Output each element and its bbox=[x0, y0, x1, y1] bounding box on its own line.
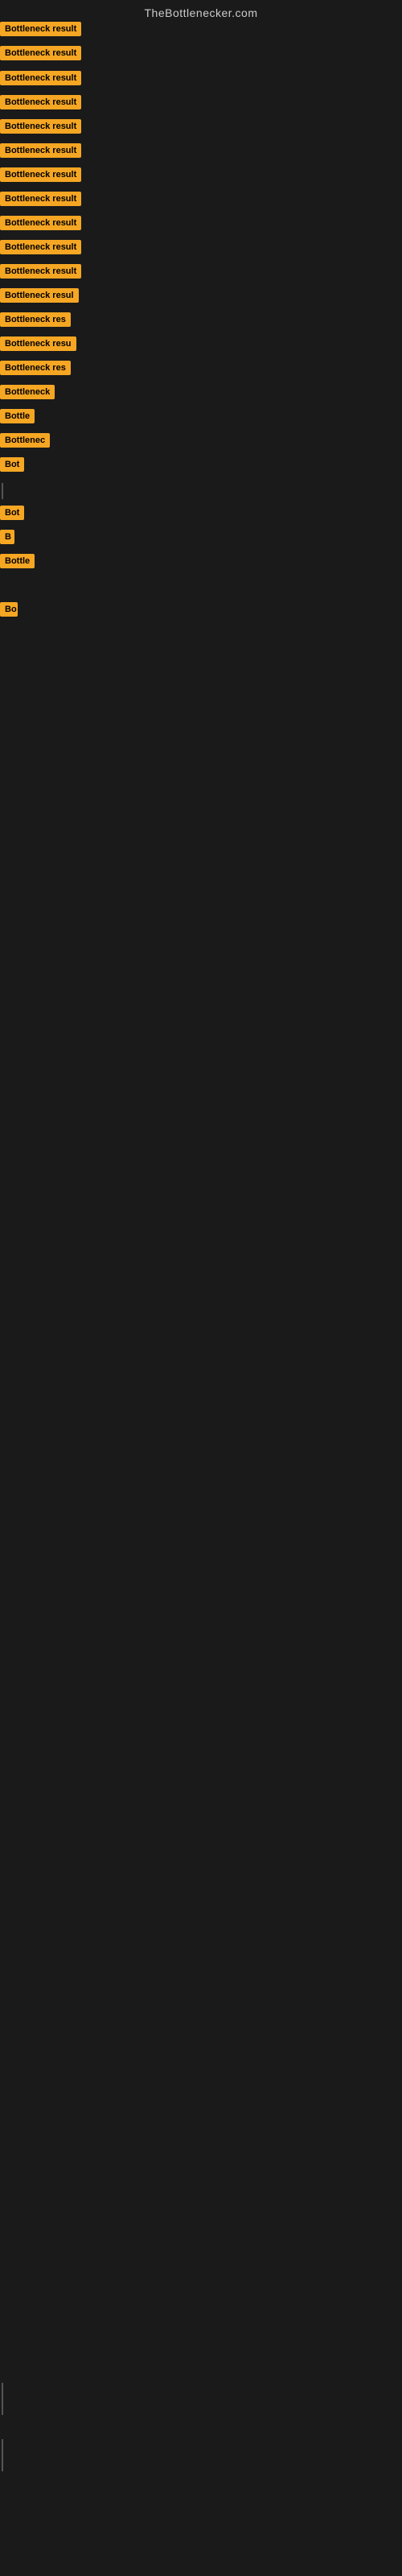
vertical-line-2 bbox=[2, 2383, 3, 2415]
badge-container-2: Bottleneck result bbox=[0, 46, 81, 64]
badge-container-3: Bottleneck result bbox=[0, 71, 81, 89]
bottleneck-result-badge: Bottleneck result bbox=[0, 95, 81, 109]
badge-container-20: Bot bbox=[0, 506, 24, 524]
bottleneck-result-badge: Bottleneck result bbox=[0, 143, 81, 158]
bottleneck-result-badge: Bottleneck result bbox=[0, 119, 81, 134]
badge-container-1: Bottleneck result bbox=[0, 22, 81, 40]
badge-container-9: Bottleneck result bbox=[0, 216, 81, 234]
badge-container-18: Bottlenec bbox=[0, 433, 50, 452]
badge-container-16: Bottleneck bbox=[0, 385, 55, 403]
bottleneck-result-badge: Bottleneck result bbox=[0, 71, 81, 85]
badge-container-22: Bottle bbox=[0, 554, 35, 572]
bottleneck-result-badge: Bottleneck result bbox=[0, 46, 81, 60]
badge-container-13: Bottleneck res bbox=[0, 312, 71, 331]
badge-container-12: Bottleneck resul bbox=[0, 288, 79, 307]
bottleneck-result-badge: Bot bbox=[0, 457, 24, 472]
badge-container-10: Bottleneck result bbox=[0, 240, 81, 258]
bottleneck-result-badge: Bot bbox=[0, 506, 24, 520]
badge-container-17: Bottle bbox=[0, 409, 35, 427]
bottleneck-result-badge: Bottleneck result bbox=[0, 192, 81, 206]
bottleneck-result-badge: Bottleneck result bbox=[0, 167, 81, 182]
vertical-line-3 bbox=[2, 2439, 3, 2471]
bottleneck-result-badge: Bottleneck resu bbox=[0, 336, 76, 351]
bottleneck-result-badge: Bottle bbox=[0, 409, 35, 423]
bottleneck-result-badge: Bottleneck resul bbox=[0, 288, 79, 303]
badge-container-14: Bottleneck resu bbox=[0, 336, 76, 355]
bottleneck-result-badge: Bottleneck res bbox=[0, 361, 71, 375]
bottleneck-result-badge: Bottle bbox=[0, 554, 35, 568]
bottleneck-result-badge: Bottleneck bbox=[0, 385, 55, 399]
bottleneck-result-badge: B bbox=[0, 530, 14, 544]
badge-container-11: Bottleneck result bbox=[0, 264, 81, 283]
bottleneck-result-badge: Bottleneck result bbox=[0, 216, 81, 230]
badge-container-7: Bottleneck result bbox=[0, 167, 81, 186]
badge-container-23: Bo bbox=[0, 602, 18, 621]
bottleneck-result-badge: Bottleneck result bbox=[0, 22, 81, 36]
page-wrapper: TheBottlenecker.com Bottleneck resultBot… bbox=[0, 0, 402, 2576]
bottleneck-result-badge: Bottleneck result bbox=[0, 240, 81, 254]
badge-container-21: B bbox=[0, 530, 14, 548]
badge-container-19: Bot bbox=[0, 457, 24, 476]
bottleneck-result-badge: Bottleneck res bbox=[0, 312, 71, 327]
badge-container-4: Bottleneck result bbox=[0, 95, 81, 114]
badge-container-6: Bottleneck result bbox=[0, 143, 81, 162]
bottleneck-result-badge: Bottlenec bbox=[0, 433, 50, 448]
badge-container-8: Bottleneck result bbox=[0, 192, 81, 210]
vertical-line-1 bbox=[2, 483, 3, 499]
badge-container-15: Bottleneck res bbox=[0, 361, 71, 379]
bottleneck-result-badge: Bo bbox=[0, 602, 18, 617]
bottleneck-result-badge: Bottleneck result bbox=[0, 264, 81, 279]
badge-container-5: Bottleneck result bbox=[0, 119, 81, 138]
